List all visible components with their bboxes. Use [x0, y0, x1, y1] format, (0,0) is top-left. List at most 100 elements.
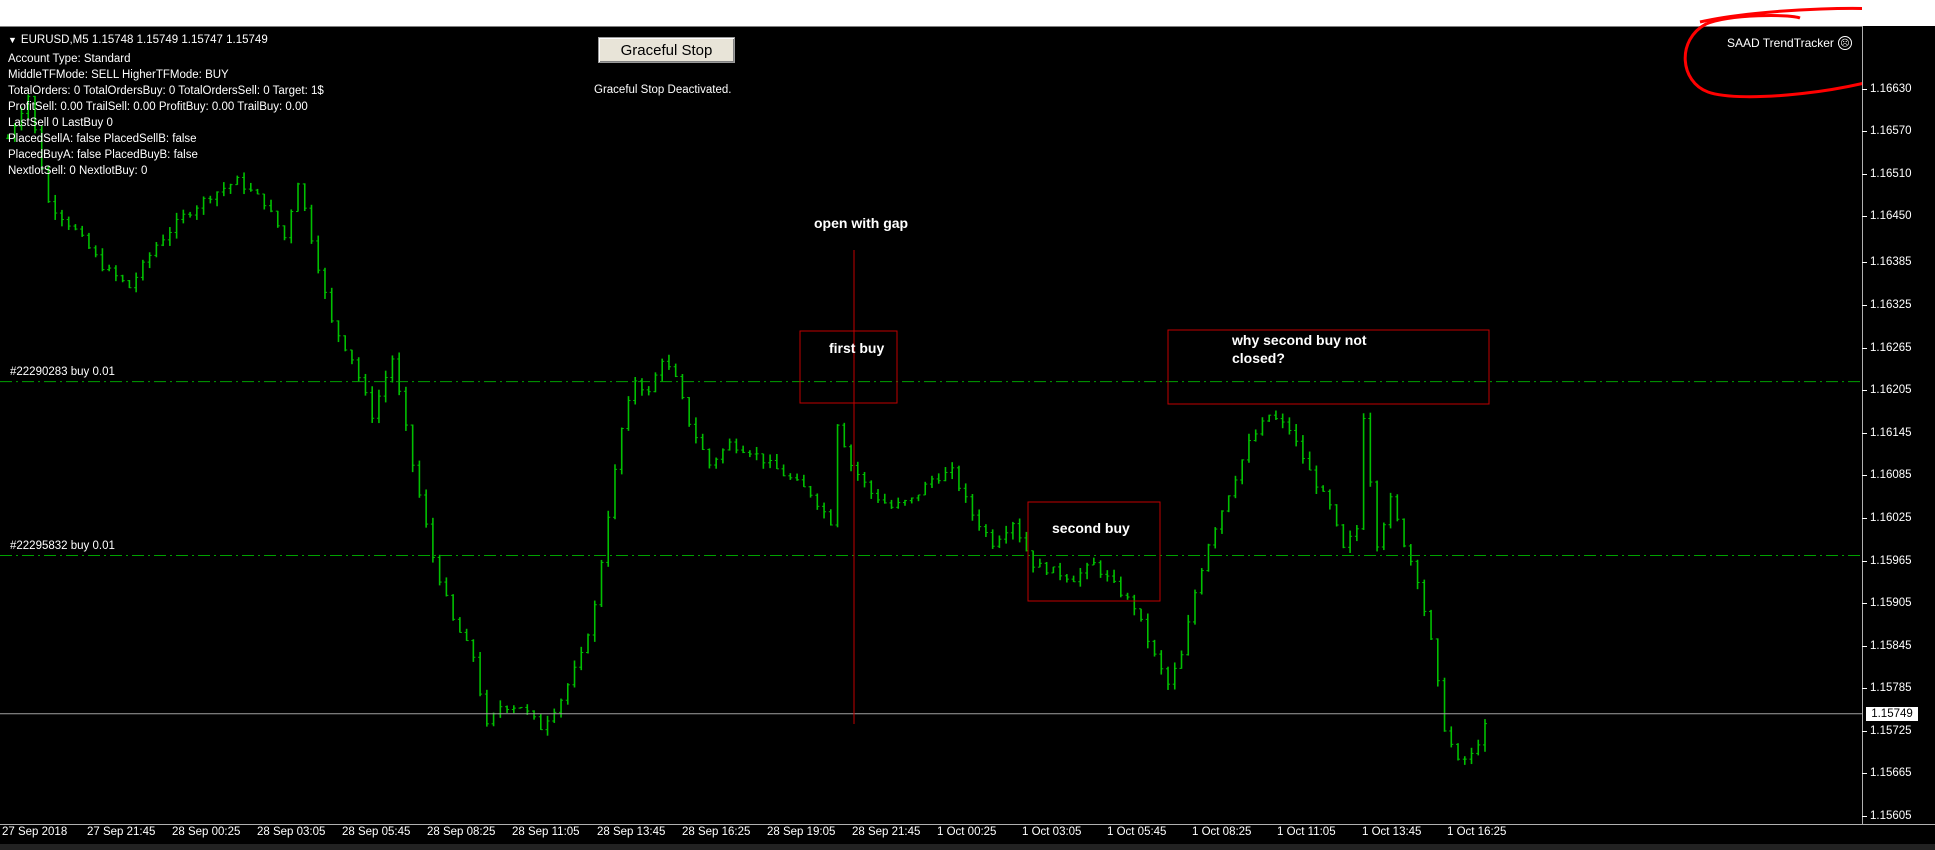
ohlc-bar	[201, 196, 206, 215]
ohlc-bar	[1327, 489, 1332, 510]
ohlc-bar	[646, 386, 651, 396]
time-tick-label: 28 Sep 19:05	[767, 826, 836, 838]
ohlc-bar	[990, 529, 995, 549]
ohlc-bar	[997, 535, 1002, 548]
price-tick-label: 1.16325	[1862, 299, 1912, 312]
ohlc-bar	[889, 499, 894, 509]
ohlc-bar	[687, 397, 692, 427]
ohlc-bar	[923, 481, 928, 496]
ohlc-bar	[1112, 569, 1117, 583]
ohlc-bar	[1381, 522, 1386, 551]
ohlc-bar	[309, 204, 314, 244]
annotation-why-line1: why second buy not	[1232, 332, 1367, 348]
ohlc-bar	[262, 193, 267, 210]
ohlc-bar	[1058, 562, 1063, 581]
ohlc-bar	[747, 450, 752, 458]
ohlc-bar	[1206, 543, 1211, 572]
price-tick-label: 1.16145	[1862, 426, 1912, 439]
time-tick-label: 28 Sep 11:05	[512, 826, 580, 838]
graceful-stop-button[interactable]: Graceful Stop	[598, 37, 735, 63]
ohlc-bar	[1287, 417, 1292, 435]
price-tick-label: 1.15905	[1862, 597, 1912, 610]
ohlc-bar	[680, 374, 685, 400]
ohlc-bar	[626, 396, 631, 431]
annotation-first-buy: first buy	[829, 340, 885, 356]
expert-advisor-label[interactable]: SAAD TrendTracker ☹	[1727, 36, 1852, 50]
ohlc-bar	[1044, 561, 1049, 575]
info-total-orders: TotalOrders: 0 TotalOrdersBuy: 0 TotalOr…	[8, 85, 324, 97]
ohlc-bar	[1166, 666, 1171, 690]
time-tick-label: 28 Sep 00:25	[172, 826, 241, 838]
current-price-label: 1.15749	[1866, 706, 1918, 721]
time-tick-label: 28 Sep 13:45	[597, 826, 666, 838]
ohlc-bar	[1435, 638, 1440, 687]
ohlc-bar	[93, 245, 98, 258]
ohlc-bar	[956, 465, 961, 492]
time-tick-label: 28 Sep 03:05	[257, 826, 326, 838]
ohlc-bar	[228, 183, 233, 194]
ohlc-bar	[586, 633, 591, 654]
ohlc-bar	[417, 460, 422, 498]
second-buy-box[interactable]	[1027, 501, 1161, 602]
ohlc-bar	[1314, 465, 1319, 495]
ohlc-bar	[572, 660, 577, 688]
ohlc-bar	[1213, 527, 1218, 549]
price-tick-label: 1.15725	[1862, 724, 1912, 737]
ohlc-bar	[1139, 608, 1144, 622]
ohlc-bar	[1462, 756, 1467, 765]
ohlc-bar	[410, 424, 415, 473]
price-tick-label: 1.16025	[1862, 511, 1912, 524]
ohlc-bar	[714, 457, 719, 469]
info-tf-mode: MiddleTFMode: SELL HigherTFMode: BUY	[8, 69, 229, 81]
annotation-why-not-closed: why second buy not closed?	[1232, 331, 1367, 367]
ohlc-bar	[1300, 435, 1305, 464]
price-chart[interactable]	[0, 0, 1862, 824]
ohlc-bar	[673, 363, 678, 378]
highlight-circle	[1683, 6, 1862, 99]
ohlc-bar	[754, 446, 759, 461]
ohlc-bar	[970, 494, 975, 521]
time-tick-label: 1 Oct 13:45	[1362, 826, 1422, 838]
time-tick-label: 1 Oct 05:45	[1107, 826, 1167, 838]
order-label-22295832: #22295832 buy 0.01	[10, 539, 115, 552]
time-tick-label: 27 Sep 2018	[2, 826, 68, 838]
ohlc-bar	[1091, 557, 1096, 566]
time-tick-label: 28 Sep 16:25	[682, 826, 751, 838]
ohlc-bar	[727, 438, 732, 451]
collapse-triangle-icon[interactable]: ▼	[8, 35, 17, 45]
ohlc-bar	[1476, 739, 1481, 756]
price-tick-label: 1.15845	[1862, 639, 1912, 652]
order-label-22290283: #22290283 buy 0.01	[10, 365, 115, 378]
ohlc-bar	[275, 210, 280, 228]
ohlc-bar	[1004, 525, 1009, 544]
ohlc-bar	[882, 493, 887, 504]
ohlc-bar	[1031, 550, 1036, 573]
price-tick-label: 1.15605	[1862, 810, 1912, 822]
price-tick-label: 1.16630	[1862, 82, 1912, 95]
ohlc-bar	[1429, 609, 1434, 640]
ohlc-bar	[801, 474, 806, 488]
ohlc-bar	[538, 714, 543, 731]
ohlc-bar	[127, 280, 132, 289]
ohlc-bar	[633, 376, 638, 405]
ohlc-bar	[1395, 494, 1400, 522]
ohlc-bar	[242, 172, 247, 195]
ohlc-bar	[1402, 518, 1407, 548]
ohlc-bar	[902, 499, 907, 506]
ohlc-bar	[565, 683, 570, 705]
ohlc-bar	[397, 352, 402, 396]
ohlc-bar	[1118, 576, 1123, 598]
ohlc-bar	[120, 274, 125, 283]
ohlc-bar	[316, 235, 321, 274]
ohlc-bar	[302, 183, 307, 212]
price-tick-label: 1.15665	[1862, 767, 1912, 780]
ohlc-bar	[1348, 530, 1353, 554]
price-tick-label: 1.15785	[1862, 682, 1912, 695]
ohlc-bar	[1085, 562, 1090, 580]
ohlc-bar	[1233, 475, 1238, 499]
ohlc-bar	[140, 259, 145, 281]
ohlc-bar	[1240, 459, 1245, 485]
ohlc-bar	[363, 373, 368, 396]
ohlc-bar	[80, 225, 85, 237]
ohlc-bar	[1186, 614, 1191, 656]
